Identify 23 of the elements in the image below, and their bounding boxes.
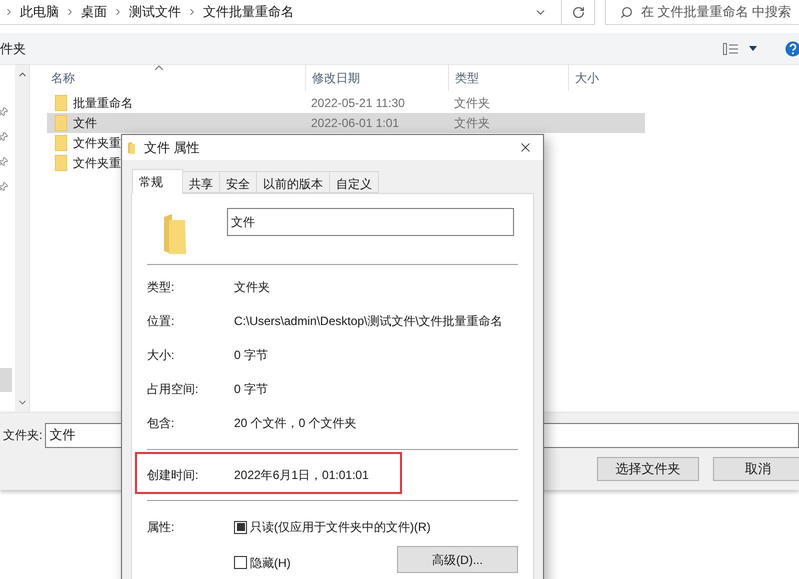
- property-label: 创建时间:: [147, 467, 200, 484]
- window-title: 文件 属性: [144, 138, 200, 157]
- property-value: 0 字节: [234, 347, 268, 364]
- property-value: C:\Users\admin\Desktop\测试文件\文件批量重命名: [234, 313, 503, 330]
- property-label: 大小:: [147, 347, 176, 364]
- modified-date: 2022-05-21 11:30: [310, 95, 406, 112]
- file-type: 文件夹: [453, 95, 491, 112]
- property-label: 属性:: [147, 519, 176, 536]
- file-type: 文件夹: [453, 115, 491, 132]
- property-label: 占用空间:: [147, 381, 200, 398]
- property-label: 包含:: [147, 415, 176, 432]
- property-label: 位置:: [147, 313, 176, 330]
- property-value: 0 字节: [234, 381, 268, 398]
- modified-date: 2022-06-01 1:01: [310, 115, 400, 132]
- property-value: 2022年6月1日，01:01:01: [234, 467, 369, 484]
- file-name: 文件: [73, 115, 97, 132]
- file-name: 批量重命名: [73, 95, 133, 112]
- folder-label: 文件夹:: [3, 427, 42, 444]
- file-name: 文件夹重: [73, 135, 121, 152]
- property-value: 20 个文件，0 个文件夹: [234, 415, 357, 432]
- property-value: 文件夹: [234, 279, 270, 296]
- file-name: 文件夹重: [73, 155, 121, 172]
- property-label: 类型:: [147, 279, 176, 296]
